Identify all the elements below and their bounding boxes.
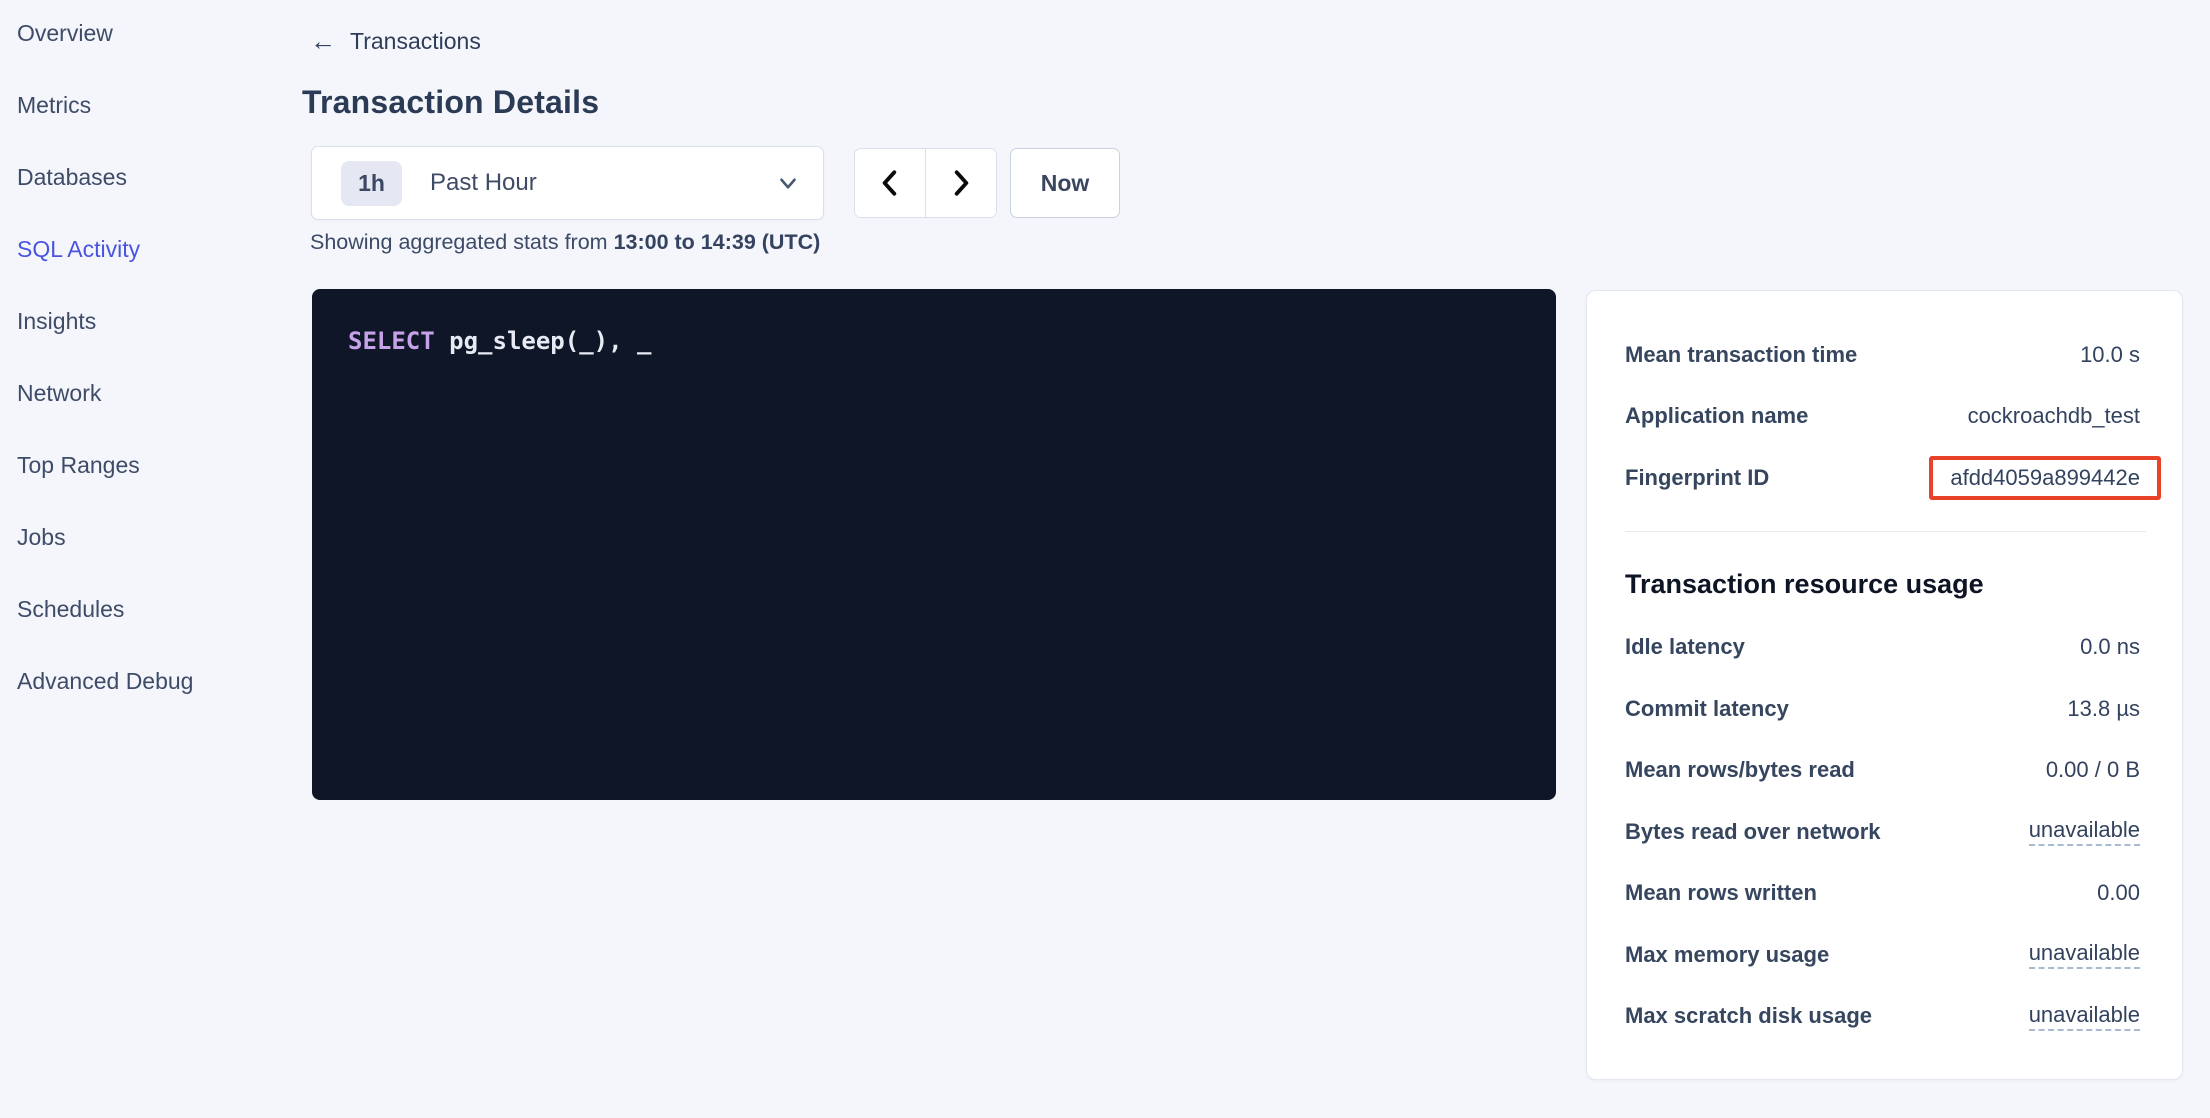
detail-label: Max memory usage [1625,942,1829,968]
detail-label: Bytes read over network [1625,819,1881,845]
sql-body: pg_sleep(_), _ [435,327,652,355]
detail-value: 10.0 s [2080,342,2140,368]
unavailable-value[interactable]: unavailable [2029,940,2140,969]
detail-label: Mean rows written [1625,880,1817,906]
resource-row-commit-latency: Commit latency 13.8 µs [1625,678,2140,740]
resource-usage-rows: Idle latency 0.0 ns Commit latency 13.8 … [1625,617,2140,1048]
stats-range: 13:00 to 14:39 (UTC) [614,230,821,254]
detail-row-mean-transaction-time: Mean transaction time 10.0 s [1625,324,2140,386]
chevron-down-icon [775,170,801,196]
detail-value: 0.00 [2097,880,2140,906]
detail-label: Mean rows/bytes read [1625,757,1855,783]
sql-statement-box: SELECT pg_sleep(_), _ [312,289,1556,800]
chevron-left-icon [877,168,903,198]
breadcrumb-label[interactable]: Transactions [350,28,481,55]
detail-row-application-name: Application name cockroachdb_test [1625,386,2140,448]
resource-usage-section-title: Transaction resource usage [1625,569,2140,600]
detail-label: Idle latency [1625,634,1745,660]
detail-value: 0.0 ns [2080,634,2140,660]
detail-label: Fingerprint ID [1625,465,1769,491]
panel-divider [1625,531,2146,532]
detail-value: 0.00 / 0 B [2046,757,2140,783]
time-range-label: Past Hour [430,169,775,197]
detail-label: Max scratch disk usage [1625,1003,1872,1029]
resource-row-max-memory-usage: Max memory usage unavailable [1625,924,2140,986]
detail-label: Application name [1625,403,1808,429]
unavailable-value[interactable]: unavailable [2029,1002,2140,1031]
back-arrow-icon[interactable]: ← [310,28,336,54]
unavailable-value[interactable]: unavailable [2029,817,2140,846]
detail-value: cockroachdb_test [1968,403,2140,429]
time-step-buttons [854,148,997,218]
now-button[interactable]: Now [1010,148,1120,218]
time-range-dropdown[interactable]: 1h Past Hour [311,146,824,220]
fingerprint-id-value[interactable]: afdd4059a899442e [1929,456,2161,500]
resource-row-mean-rows-bytes-read: Mean rows/bytes read 0.00 / 0 B [1625,740,2140,802]
resource-row-mean-rows-written: Mean rows written 0.00 [1625,863,2140,925]
detail-row-fingerprint-id: Fingerprint ID afdd4059a899442e [1625,447,2140,509]
resource-row-max-scratch-disk-usage: Max scratch disk usage unavailable [1625,986,2140,1048]
next-time-button[interactable] [925,149,996,217]
chevron-right-icon [948,168,974,198]
resource-row-bytes-read-over-network: Bytes read over network unavailable [1625,801,2140,863]
page-title: Transaction Details [302,84,599,121]
detail-label: Mean transaction time [1625,342,1857,368]
sql-keyword: SELECT [348,327,435,355]
stats-prefix: Showing aggregated stats from [310,230,614,254]
detail-value: 13.8 µs [2067,696,2140,722]
transaction-details-panel: Mean transaction time 10.0 s Application… [1586,290,2183,1080]
breadcrumb[interactable]: ← Transactions [310,26,481,56]
resource-row-idle-latency: Idle latency 0.0 ns [1625,617,2140,679]
aggregated-stats-line: Showing aggregated stats from 13:00 to 1… [310,230,820,255]
previous-time-button[interactable] [855,149,925,217]
main-content: ← Transactions Transaction Details 1h Pa… [0,0,2210,1118]
sql-statement: SELECT pg_sleep(_), _ [348,327,651,355]
detail-label: Commit latency [1625,696,1789,722]
interval-badge: 1h [341,161,402,206]
